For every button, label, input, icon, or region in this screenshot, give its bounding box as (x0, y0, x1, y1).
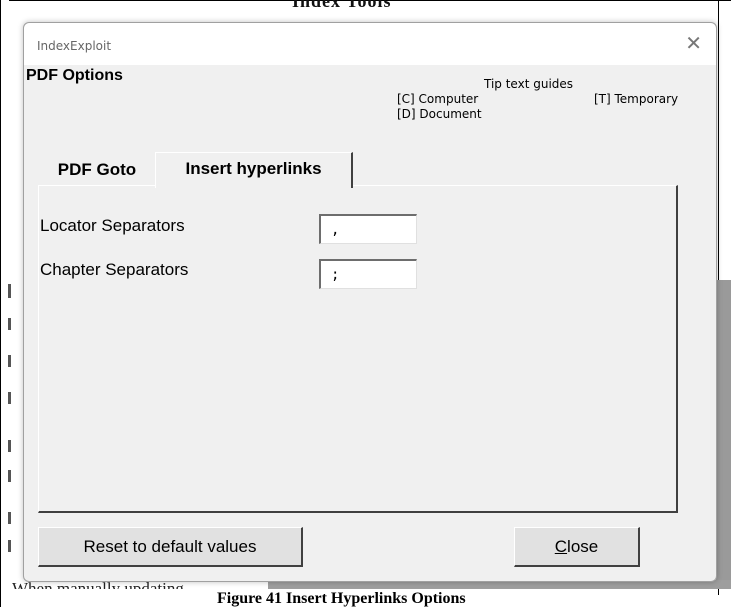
background-text-fragment (8, 284, 11, 298)
dialog-heading: PDF Options (26, 67, 123, 84)
tip-document: [D] Document (397, 107, 482, 121)
tab-pdf-goto[interactable]: PDF Goto (41, 156, 153, 184)
background-window-edge (716, 280, 731, 580)
background-heading: Index Tools (292, 0, 392, 11)
reset-defaults-button[interactable]: Reset to default values (38, 527, 303, 567)
window-title: IndexExploit (37, 39, 112, 53)
locator-separators-label: Locator Separators (40, 216, 185, 235)
pdf-options-dialog: IndexExploit ✕ PDF Options Tip text guid… (23, 22, 717, 582)
close-icon[interactable]: ✕ (685, 31, 702, 55)
figure-caption: Figure 41 Insert Hyperlinks Options (217, 590, 466, 608)
chapter-separators-label: Chapter Separators (40, 260, 189, 279)
close-button-label: Close (554, 537, 599, 556)
locator-separators-input[interactable]: , (319, 214, 417, 244)
background-text-fragment (8, 470, 11, 482)
close-button[interactable]: Close (514, 527, 640, 567)
background-text-fragment (8, 355, 11, 367)
background-text-fragment (8, 512, 11, 524)
tip-temporary: [T] Temporary (594, 92, 679, 106)
tips-title: Tip text guides (484, 77, 574, 91)
background-text-fragment (8, 440, 11, 452)
tab-insert-hyperlinks[interactable]: Insert hyperlinks (155, 152, 353, 188)
chapter-separators-input[interactable]: ; (319, 259, 417, 289)
background-text-fragment (8, 540, 11, 552)
tip-computer: [C] Computer (397, 92, 479, 106)
background-text-fragment (8, 318, 11, 330)
title-bar[interactable]: IndexExploit ✕ (24, 23, 716, 65)
background-text-fragment (8, 392, 11, 404)
